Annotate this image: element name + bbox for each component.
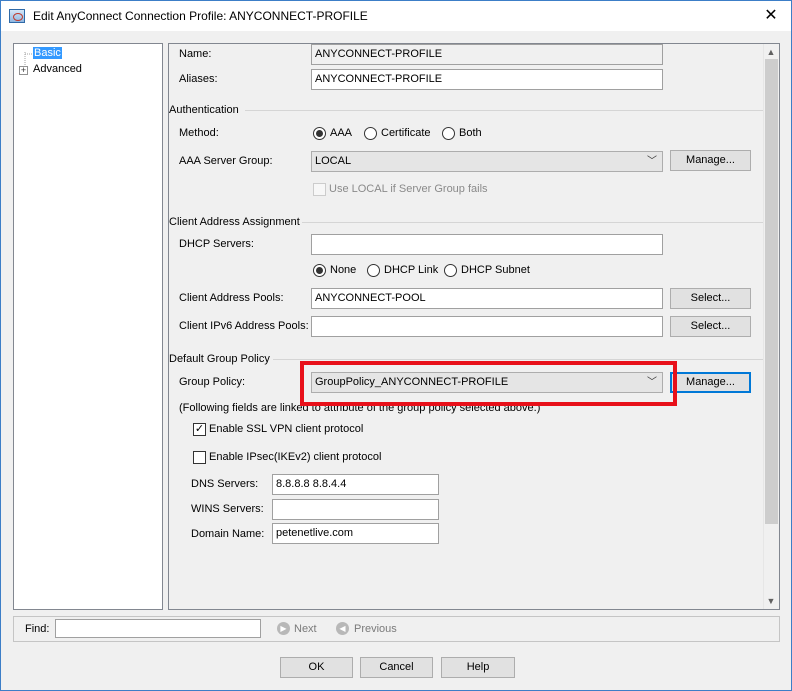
ipsec-checkbox[interactable]: [193, 451, 206, 464]
dhcp-servers-input[interactable]: [311, 234, 663, 255]
title-bar[interactable]: Edit AnyConnect Connection Profile: ANYC…: [1, 1, 791, 31]
dhcp-subnet-label: DHCP Subnet: [461, 264, 530, 276]
close-icon[interactable]: ✕: [751, 1, 791, 31]
ssl-vpn-label: Enable SSL VPN client protocol: [209, 423, 364, 435]
ok-button[interactable]: OK: [280, 657, 353, 678]
dhcp-none-label: None: [330, 264, 357, 276]
pools-select-button[interactable]: Select...: [670, 288, 751, 309]
aliases-label: Aliases:: [179, 73, 218, 85]
find-previous-button[interactable]: Previous: [354, 622, 397, 636]
wins-servers-input[interactable]: [272, 499, 439, 520]
find-label: Find:: [25, 623, 50, 635]
default-group-policy-label: Default Group Policy: [169, 353, 270, 365]
use-local-checkbox[interactable]: [313, 183, 326, 196]
use-local-label: Use LOCAL if Server Group fails: [329, 183, 488, 195]
expand-plus-icon[interactable]: +: [19, 66, 28, 75]
cancel-button[interactable]: Cancel: [360, 657, 433, 678]
method-aaa-radio[interactable]: [313, 127, 326, 140]
method-label: Method:: [179, 127, 219, 139]
tree-item-basic[interactable]: Basic: [33, 46, 62, 60]
chevron-down-icon: ﹀: [647, 156, 657, 167]
method-both-radio[interactable]: [442, 127, 455, 140]
method-aaa-label: AAA: [330, 127, 353, 139]
ipv6-pools-label: Client IPv6 Address Pools:: [179, 320, 309, 332]
scrollbar-thumb[interactable]: [765, 59, 778, 524]
group-divider: [245, 110, 763, 111]
ipsec-label: Enable IPsec(IKEv2) client protocol: [209, 451, 382, 463]
next-arrow-icon: ▶: [277, 622, 290, 635]
previous-arrow-icon: ◀: [336, 622, 349, 635]
aaa-server-group-value: LOCAL: [315, 155, 352, 167]
ipv6-pools-input[interactable]: [311, 316, 663, 337]
client-address-pools-input[interactable]: ANYCONNECT-POOL: [311, 288, 663, 309]
method-certificate-label: Certificate: [381, 127, 431, 139]
aaa-manage-button[interactable]: Manage...: [670, 150, 751, 171]
find-input[interactable]: [55, 619, 261, 638]
wins-servers-label: WINS Servers:: [191, 503, 264, 515]
nav-tree: Basic + Advanced: [13, 43, 163, 610]
ipv6-pools-select-button[interactable]: Select...: [670, 316, 751, 337]
domain-name-label: Domain Name:: [191, 528, 265, 540]
dhcp-link-label: DHCP Link: [384, 264, 439, 276]
tree-item-advanced[interactable]: Advanced: [33, 62, 82, 76]
group-policy-label: Group Policy:: [179, 376, 246, 388]
authentication-group-label: Authentication: [169, 104, 239, 116]
window-title: Edit AnyConnect Connection Profile: ANYC…: [33, 9, 368, 23]
client-address-group-label: Client Address Assignment: [169, 216, 300, 228]
aliases-input[interactable]: ANYCONNECT-PROFILE: [311, 69, 663, 90]
scroll-up-icon[interactable]: ▲: [763, 45, 779, 60]
group-policy-manage-button[interactable]: Manage...: [670, 372, 751, 393]
tree-item-label: Advanced: [33, 63, 82, 75]
highlight-box: [300, 361, 677, 406]
aaa-server-group-label: AAA Server Group:: [179, 155, 273, 167]
group-divider: [273, 359, 763, 360]
dns-servers-label: DNS Servers:: [191, 478, 259, 490]
name-label: Name:: [179, 48, 212, 60]
help-button[interactable]: Help: [441, 657, 515, 678]
dhcp-none-radio[interactable]: [313, 264, 326, 277]
tree-item-label: Basic: [33, 47, 62, 59]
dhcp-servers-label: DHCP Servers:: [179, 238, 254, 250]
asdm-app-icon: [9, 9, 25, 23]
group-divider: [302, 222, 763, 223]
method-certificate-radio[interactable]: [364, 127, 377, 140]
dns-servers-input[interactable]: 8.8.8.8 8.8.4.4: [272, 474, 439, 495]
dialog-window: Edit AnyConnect Connection Profile: ANYC…: [0, 0, 792, 691]
scroll-down-icon[interactable]: ▼: [763, 594, 779, 609]
dhcp-subnet-radio[interactable]: [444, 264, 457, 277]
find-next-button[interactable]: Next: [294, 622, 317, 636]
ssl-vpn-checkbox[interactable]: ✓: [193, 423, 206, 436]
domain-name-input[interactable]: petenetlive.com: [272, 523, 439, 544]
aaa-server-group-select[interactable]: LOCAL ﹀: [311, 151, 663, 172]
method-both-label: Both: [459, 127, 482, 139]
dhcp-link-radio[interactable]: [367, 264, 380, 277]
name-field: ANYCONNECT-PROFILE: [311, 44, 663, 65]
client-address-pools-label: Client Address Pools:: [179, 292, 284, 304]
